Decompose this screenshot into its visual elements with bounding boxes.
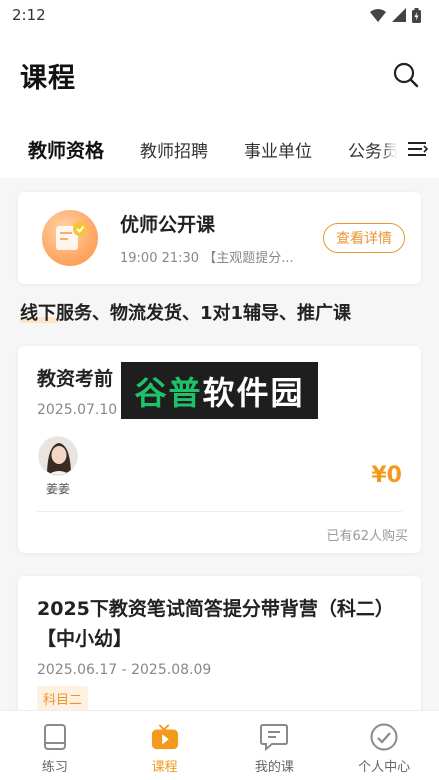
- nav-label: 个人中心: [358, 760, 411, 775]
- view-details-button[interactable]: 查看详情: [323, 223, 405, 253]
- status-time: 2:12: [12, 6, 46, 24]
- category-tabs: 教师资格 教师招聘 事业单位 公务员: [0, 120, 439, 178]
- search-button[interactable]: [391, 60, 421, 90]
- course-date: 2025.06.17 - 2025.08.09: [37, 662, 212, 678]
- tab-menu-button[interactable]: [397, 120, 439, 178]
- page-title: 课程: [20, 62, 76, 94]
- tab-civil-servant[interactable]: 公务员: [348, 137, 399, 162]
- signal-icon: [392, 8, 406, 22]
- course-price: ¥0: [371, 463, 402, 488]
- watermark-green: 谷普: [134, 373, 203, 412]
- nav-label: 我的课: [254, 760, 294, 775]
- search-icon: [393, 62, 419, 88]
- nav-courses[interactable]: 课程: [110, 711, 220, 780]
- menu-icon: [408, 142, 428, 156]
- divider: [37, 511, 402, 512]
- teacher: 姜姜: [38, 436, 78, 497]
- watermark-white: 软件园: [202, 373, 305, 412]
- nav-label: 练习: [41, 760, 68, 775]
- book-icon: [41, 723, 69, 751]
- nav-my-courses[interactable]: 我的课: [220, 711, 330, 780]
- open-course-title: 优师公开课: [120, 214, 216, 236]
- buyers-count: 已有62人购买: [326, 529, 408, 544]
- status-icons: [370, 7, 421, 23]
- open-course-card[interactable]: 优师公开课 19:00 21:30 【主观题提分... 查看详情: [18, 192, 421, 284]
- status-bar: 2:12: [0, 0, 439, 30]
- course-title: 2025下教资笔试简答提分带背营（科二）【中小幼】: [37, 598, 394, 650]
- course-list: 优师公开课 19:00 21:30 【主观题提分... 查看详情 线下服务、物流…: [0, 178, 439, 710]
- tab-teacher-qualification[interactable]: 教师资格: [28, 136, 104, 163]
- battery-icon: [412, 7, 421, 23]
- nav-profile[interactable]: 个人中心: [329, 711, 439, 780]
- tab-teacher-recruitment[interactable]: 教师招聘: [140, 137, 208, 162]
- wifi-icon: [370, 8, 386, 22]
- tab-public-institution[interactable]: 事业单位: [244, 137, 312, 162]
- open-course-subtitle: 19:00 21:30 【主观题提分...: [120, 251, 294, 266]
- chat-icon: [260, 723, 289, 751]
- profile-icon: [370, 723, 398, 751]
- open-course-text: 优师公开课 19:00 21:30 【主观题提分...: [120, 210, 323, 266]
- nav-practice[interactable]: 练习: [0, 711, 110, 780]
- open-course-icon: [42, 210, 98, 266]
- header: 课程: [0, 30, 439, 120]
- video-icon: [151, 723, 179, 751]
- bottom-nav: 练习 课程 我的课 个人中心: [0, 710, 439, 780]
- watermark-logo: 谷普软件园: [121, 362, 318, 419]
- avatar: [38, 436, 78, 476]
- teacher-name: 姜姜: [45, 482, 70, 496]
- course-card[interactable]: 2025下教资笔试简答提分带背营（科二）【中小幼】 2025.06.17 - 2…: [18, 576, 421, 710]
- subject-tag: 科目二: [37, 686, 89, 710]
- nav-label: 课程: [151, 760, 178, 775]
- section-heading: 线下服务、物流发货、1对1辅导、推广课: [20, 303, 352, 324]
